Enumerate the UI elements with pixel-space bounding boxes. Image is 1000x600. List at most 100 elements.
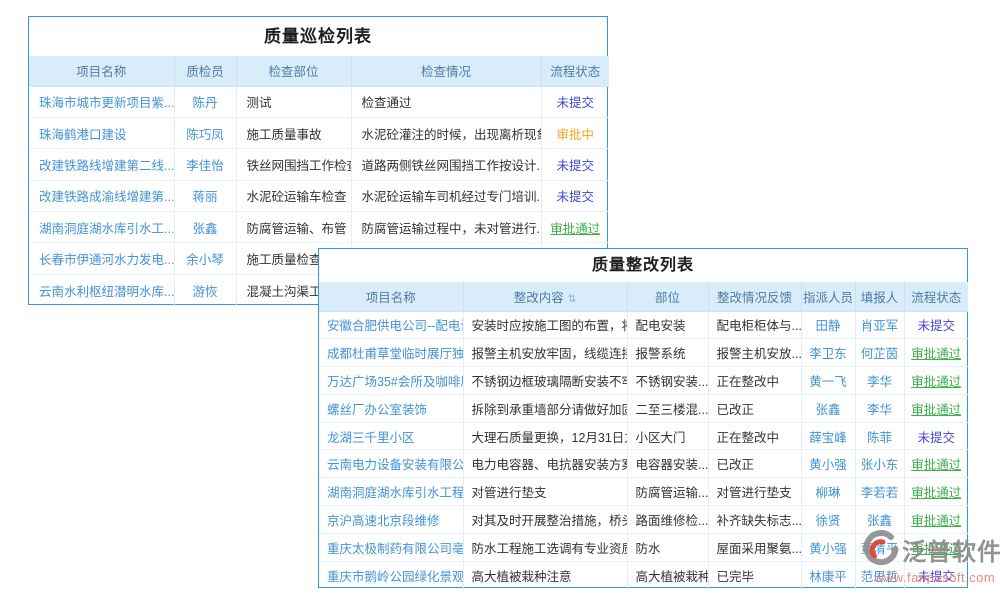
column-header-reporter: 填报人 (855, 282, 904, 311)
status-badge[interactable]: 审批通过 (550, 222, 600, 236)
column-header-project: 项目名称 (29, 56, 174, 86)
status-badge[interactable]: 未提交 (917, 319, 955, 333)
situation-text: 防腐管运输过程中，未对管进行... (362, 222, 542, 236)
project-link[interactable]: 云南电力设备安装有限公司20... (327, 458, 463, 472)
part-text: 二至三楼混... (636, 403, 709, 417)
project-link[interactable]: 湖南洞庭湖水库引水工程施工I标 (327, 486, 463, 500)
rectification-table-title: 质量整改列表 (319, 249, 967, 282)
assignee-link[interactable]: 薛宝峰 (809, 431, 847, 445)
table-row: 龙湖三千里小区大理石质量更换，12月31日之...小区大门正在整改中薛宝峰陈菲未… (319, 422, 968, 450)
project-link[interactable]: 珠海鹤港口建设 (39, 128, 127, 142)
part-text: 防水 (636, 542, 661, 556)
fanpu-watermark: 泛普软件 www.fanpusoft.com (858, 524, 998, 588)
page: 质量巡检列表 项目名称质检员检查部位检查情况流程状态 珠海市城市更新项目紫...… (0, 0, 1000, 600)
assignee-link[interactable]: 黄一飞 (809, 375, 847, 389)
column-header-status: 流程状态 (904, 282, 968, 311)
situation-text: 道路两侧铁丝网围挡工作按设计... (362, 159, 542, 173)
part-text: 测试 (247, 96, 272, 110)
reporter-link[interactable]: 何芷茵 (861, 347, 899, 361)
sort-icon[interactable]: ⇅ (568, 294, 576, 305)
status-badge[interactable]: 审批中 (556, 128, 594, 142)
project-link[interactable]: 安徽合肥供电公司--配电设备... (327, 319, 463, 333)
table-row: 湖南洞庭湖水库引水工程施工I标对管进行垫支防腐管运输...对管进行垫支柳琳李若若… (319, 478, 968, 506)
status-badge[interactable]: 未提交 (556, 96, 594, 110)
content-text: 大理石质量更换，12月31日之... (472, 431, 628, 445)
feedback-text: 补齐缺失标志... (717, 514, 802, 528)
status-badge[interactable]: 审批通过 (911, 403, 961, 417)
project-link[interactable]: 万达广场35#会所及咖啡厅空... (327, 375, 463, 389)
part-text: 混凝土沟渠工 (247, 285, 322, 299)
table-row: 珠海鹤港口建设陈巧凤施工质量事故水泥砼灌注的时候，出现离析现象审批中 (29, 117, 609, 148)
assignee-link[interactable]: 张鑫 (815, 403, 840, 417)
inspector-link[interactable]: 陈巧凤 (186, 128, 224, 142)
reporter-link[interactable]: 张小东 (861, 458, 899, 472)
table-row: 成都杜甫草堂临时展厅独立展...报警主机安放牢固，线缆连接...报警系统报警主机… (319, 339, 968, 367)
fanpu-logo-url: www.fanpusoft.com (874, 570, 995, 585)
inspection-table-title: 质量巡检列表 (29, 17, 607, 56)
column-header-inspector: 质检员 (174, 56, 236, 86)
project-link[interactable]: 重庆市鹅岭公园绿化景观提升... (327, 570, 463, 584)
project-link[interactable]: 成都杜甫草堂临时展厅独立展... (327, 347, 463, 361)
table-row: 改建铁路成渝线增建第... 蒋丽 水泥砼运输车检查 水泥砼运输车司机经过专门培训...… (29, 180, 609, 211)
reporter-link[interactable]: 李华 (867, 403, 892, 417)
assignee-link[interactable]: 李卫东 (809, 347, 847, 361)
part-text: 报警系统 (636, 347, 686, 361)
column-label: 流程状态 (911, 291, 961, 305)
table-row: 螺丝厂办公室装饰拆除到承重墙部分请做好加固...二至三楼混...已改正张鑫李华审… (319, 394, 968, 422)
project-link[interactable]: 云南水利枢纽潜明水库... (39, 285, 174, 299)
situation-text: 水泥砼运输车司机经过专门培训... (362, 190, 542, 204)
status-badge[interactable]: 审批通过 (911, 375, 961, 389)
table-row: 湖南洞庭湖水库引水工... 张鑫 防腐管运输、布管 防腐管运输过程中，未对管进行...… (29, 212, 609, 243)
content-text: 安装时应按施工图的布置，将... (472, 319, 628, 333)
inspector-link[interactable]: 余小琴 (186, 253, 224, 267)
table-row: 云南电力设备安装有限公司20...电力电容器、电抗器安装方案,...电容器安装.… (319, 450, 968, 478)
assignee-link[interactable]: 黄小强 (809, 458, 847, 472)
content-text: 报警主机安放牢固，线缆连接... (472, 347, 628, 361)
part-text: 铁丝网围挡工作检查 (247, 159, 352, 173)
column-label: 整改内容 (514, 291, 564, 305)
column-label: 填报人 (861, 291, 899, 305)
status-badge[interactable]: 未提交 (917, 431, 955, 445)
content-text: 电力电容器、电抗器安装方案,... (472, 458, 628, 472)
reporter-link[interactable]: 李华 (867, 375, 892, 389)
column-label: 检查部位 (268, 65, 318, 79)
project-link[interactable]: 重庆太极制药有限公司亳州中... (327, 542, 463, 556)
rectification-header-row: 项目名称整改内容⇅部位整改情况反馈指派人员填报人流程状态 (319, 282, 968, 311)
status-badge[interactable]: 审批通过 (911, 347, 961, 361)
column-header-assignee: 指派人员 (801, 282, 855, 311)
assignee-link[interactable]: 林康平 (809, 570, 847, 584)
assignee-link[interactable]: 田静 (815, 319, 840, 333)
project-link[interactable]: 湖南洞庭湖水库引水工... (39, 222, 174, 236)
assignee-link[interactable]: 黄小强 (809, 542, 847, 556)
status-badge[interactable]: 未提交 (556, 190, 594, 204)
column-label: 质检员 (186, 65, 224, 79)
inspector-link[interactable]: 张鑫 (192, 222, 217, 236)
inspector-link[interactable]: 蒋丽 (192, 190, 217, 204)
column-label: 部位 (655, 291, 680, 305)
part-text: 配电安装 (636, 319, 686, 333)
part-text: 防腐管运输、布管 (247, 222, 347, 236)
project-link[interactable]: 龙湖三千里小区 (327, 431, 415, 445)
reporter-link[interactable]: 李若若 (861, 486, 899, 500)
reporter-link[interactable]: 陈菲 (867, 431, 892, 445)
reporter-link[interactable]: 肖亚军 (861, 319, 899, 333)
project-link[interactable]: 改建铁路成渝线增建第... (39, 190, 174, 204)
assignee-link[interactable]: 柳琳 (815, 486, 840, 500)
project-link[interactable]: 改建铁路线增建第二线... (39, 159, 174, 173)
inspection-header-row: 项目名称质检员检查部位检查情况流程状态 (29, 56, 609, 86)
inspector-link[interactable]: 陈丹 (192, 96, 217, 110)
column-header-content[interactable]: 整改内容 ⇅ (463, 282, 627, 311)
status-badge[interactable]: 未提交 (556, 159, 594, 173)
column-label: 流程状态 (550, 65, 600, 79)
part-text: 水泥砼运输车检查 (247, 190, 347, 204)
project-link[interactable]: 京沪高速北京段维修 (327, 514, 440, 528)
project-link[interactable]: 珠海市城市更新项目紫... (39, 96, 174, 110)
status-badge[interactable]: 审批通过 (911, 486, 961, 500)
project-link[interactable]: 螺丝厂办公室装饰 (327, 403, 427, 417)
inspector-link[interactable]: 李佳怡 (186, 159, 224, 173)
status-badge[interactable]: 审批通过 (911, 458, 961, 472)
assignee-link[interactable]: 徐贤 (815, 514, 840, 528)
project-link[interactable]: 长春市伊通河水力发电... (39, 253, 174, 267)
content-text: 不锈钢边框玻璃隔断安装不牢... (472, 375, 628, 389)
inspector-link[interactable]: 游恢 (192, 285, 217, 299)
